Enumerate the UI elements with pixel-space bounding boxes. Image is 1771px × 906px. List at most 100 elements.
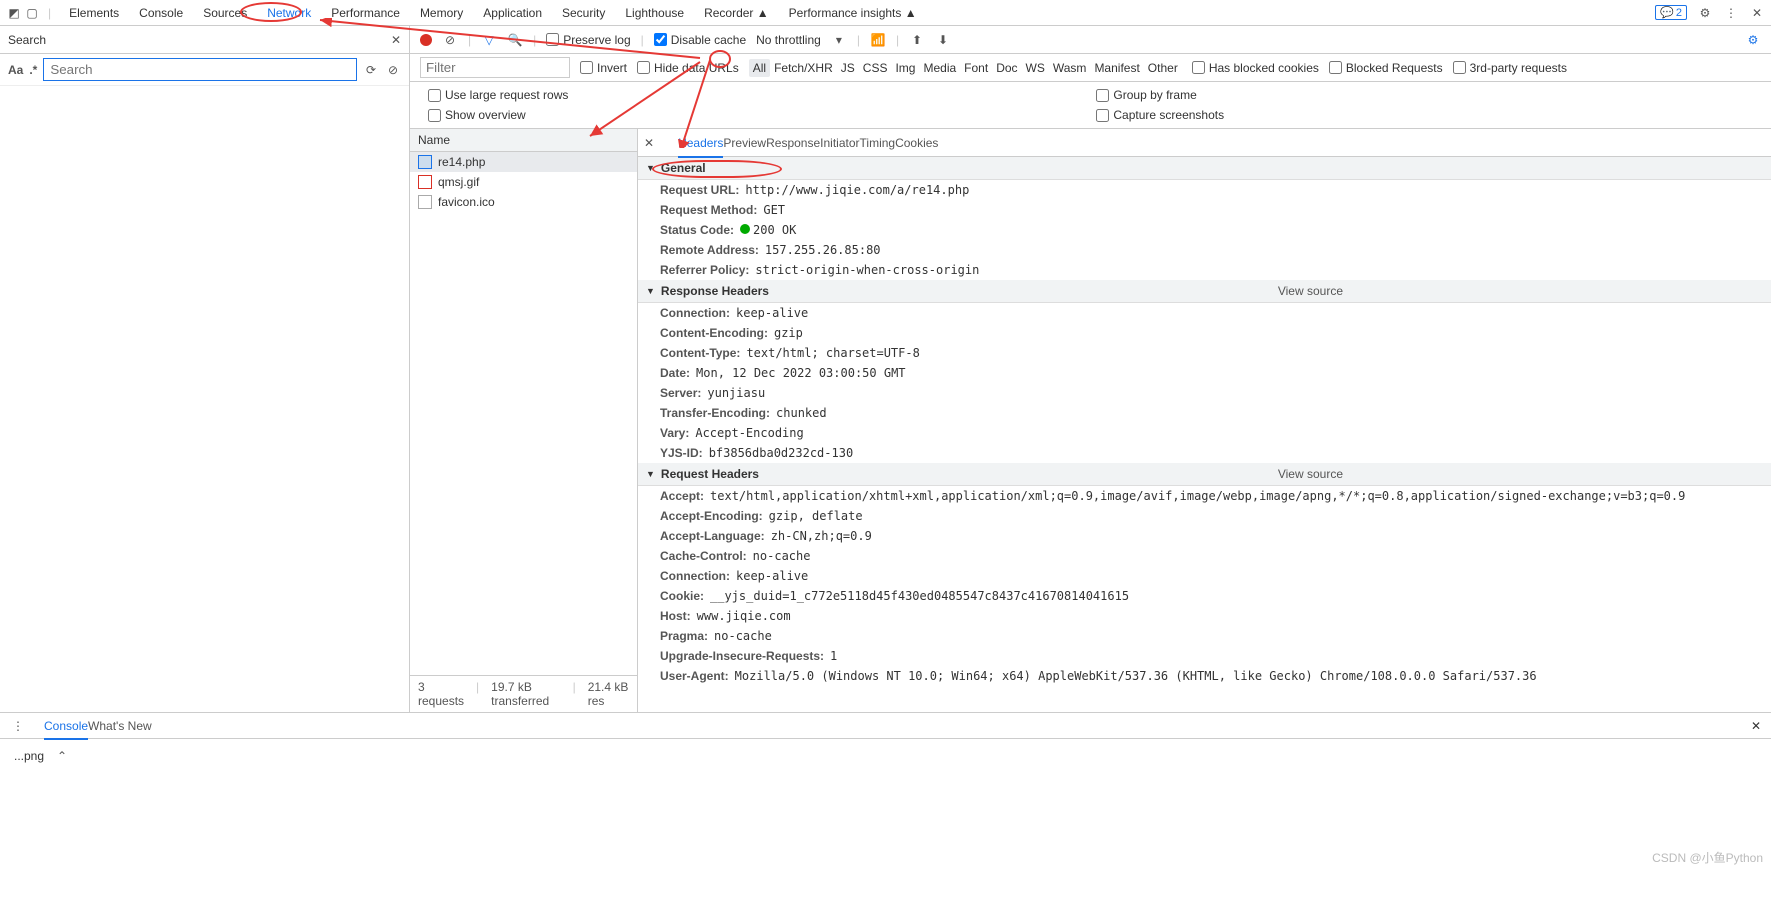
request-list-header[interactable]: Name — [410, 129, 637, 152]
throttling-select[interactable]: No throttling — [756, 33, 821, 47]
search-input[interactable] — [43, 58, 357, 81]
header-row: Upgrade-Insecure-Requests:1 — [638, 646, 1771, 666]
detail-tab-initiator[interactable]: Initiator — [820, 130, 859, 156]
drawer-close-icon[interactable]: ✕ — [1751, 719, 1761, 733]
tab-performance[interactable]: Performance — [321, 2, 410, 24]
search-icon[interactable]: 🔍 — [507, 33, 523, 47]
watermark: CSDN @小鱼Python — [1652, 849, 1763, 866]
detail-tab-timing[interactable]: Timing — [860, 130, 896, 156]
blocked-requests-checkbox[interactable]: Blocked Requests — [1329, 61, 1443, 75]
gear-icon[interactable]: ⚙ — [1697, 5, 1713, 21]
tab-network[interactable]: Network — [257, 2, 321, 24]
detail-tab-response[interactable]: Response — [766, 130, 820, 156]
header-key: Transfer-Encoding: — [660, 406, 770, 420]
header-row: Request URL:http://www.jiqie.com/a/re14.… — [638, 180, 1771, 200]
settings-gear-icon[interactable]: ⚙ — [1745, 33, 1761, 47]
third-party-checkbox[interactable]: 3rd-party requests — [1453, 61, 1567, 75]
capture-screenshots-checkbox[interactable]: Capture screenshots — [1088, 108, 1224, 122]
clear-icon[interactable]: ⊘ — [385, 63, 401, 77]
detail-tab-cookies[interactable]: Cookies — [895, 130, 938, 156]
tab-sources[interactable]: Sources — [193, 2, 257, 24]
refresh-icon[interactable]: ⟳ — [363, 63, 379, 77]
filter-bar: Invert Hide data URLs AllFetch/XHRJSCSSI… — [410, 54, 1771, 82]
issues-badge[interactable]: 💬2 — [1655, 5, 1687, 20]
request-item[interactable]: re14.php — [410, 152, 637, 172]
chevron-up-icon[interactable]: ⌃ — [54, 749, 70, 763]
close-icon[interactable]: ✕ — [1749, 5, 1765, 21]
header-row: YJS-ID:bf3856dba0d232cd-130 — [638, 443, 1771, 463]
section-header[interactable]: ▼General — [638, 157, 1771, 180]
drawer-more-icon[interactable]: ⋮ — [10, 719, 26, 733]
header-value: no-cache — [714, 629, 772, 643]
section-header[interactable]: ▼Response HeadersView source — [638, 280, 1771, 303]
issues-count: 2 — [1676, 7, 1682, 19]
header-value: www.jiqie.com — [697, 609, 791, 623]
wifi-icon[interactable]: 📶 — [870, 33, 886, 47]
status-bar: 3 requests | 19.7 kB transferred | 21.4 … — [410, 675, 637, 712]
request-item[interactable]: qmsj.gif — [410, 172, 637, 192]
filter-type-img[interactable]: Img — [891, 59, 919, 77]
preserve-log-checkbox[interactable]: Preserve log — [546, 33, 630, 47]
tab-lighthouse[interactable]: Lighthouse — [615, 2, 694, 24]
filter-type-js[interactable]: JS — [837, 59, 859, 77]
disable-cache-checkbox[interactable]: Disable cache — [654, 33, 746, 47]
search-close-icon[interactable]: ✕ — [391, 33, 401, 47]
download-file[interactable]: ...png — [14, 749, 44, 763]
header-value: gzip — [774, 326, 803, 340]
header-key: Accept-Encoding: — [660, 509, 763, 523]
header-key: Accept-Language: — [660, 529, 765, 543]
drawer-tab-what-s-new[interactable]: What's New — [88, 714, 152, 738]
download-icon[interactable]: ⬇ — [935, 33, 951, 47]
match-case-icon[interactable]: Aa — [8, 63, 23, 77]
device-toggle-icon[interactable]: ▢ — [24, 5, 40, 21]
tab-security[interactable]: Security — [552, 2, 615, 24]
record-icon[interactable] — [420, 34, 432, 46]
filter-type-doc[interactable]: Doc — [992, 59, 1021, 77]
detail-tab-headers[interactable]: Headers — [678, 130, 723, 158]
filter-type-other[interactable]: Other — [1144, 59, 1182, 77]
detail-close-icon[interactable]: ✕ — [644, 136, 654, 150]
filter-type-font[interactable]: Font — [960, 59, 992, 77]
filter-type-all[interactable]: All — [749, 59, 770, 77]
filter-type-ws[interactable]: WS — [1022, 59, 1049, 77]
filter-type-media[interactable]: Media — [919, 59, 960, 77]
show-overview-checkbox[interactable]: Show overview — [420, 108, 568, 122]
tab-memory[interactable]: Memory — [410, 2, 473, 24]
view-source-link[interactable]: View source — [1278, 284, 1343, 298]
header-key: YJS-ID: — [660, 446, 703, 460]
header-value: Mozilla/5.0 (Windows NT 10.0; Win64; x64… — [735, 669, 1537, 683]
more-icon[interactable]: ⋮ — [1723, 5, 1739, 21]
section-header[interactable]: ▼Request HeadersView source — [638, 463, 1771, 486]
filter-icon[interactable]: ▽ — [481, 33, 497, 47]
filter-input[interactable] — [420, 57, 570, 78]
filter-type-manifest[interactable]: Manifest — [1090, 59, 1143, 77]
tab-elements[interactable]: Elements — [59, 2, 129, 24]
header-key: Cache-Control: — [660, 549, 747, 563]
tab-console[interactable]: Console — [129, 2, 193, 24]
header-row: Connection:keep-alive — [638, 303, 1771, 323]
group-by-frame-checkbox[interactable]: Group by frame — [1088, 88, 1224, 102]
hide-data-urls-checkbox[interactable]: Hide data URLs — [637, 61, 739, 75]
view-source-link[interactable]: View source — [1278, 467, 1343, 481]
chevron-down-icon[interactable]: ▾ — [831, 33, 847, 47]
large-rows-checkbox[interactable]: Use large request rows — [420, 88, 568, 102]
tab-application[interactable]: Application — [473, 2, 552, 24]
regex-icon[interactable]: .* — [29, 63, 37, 77]
tab-recorder-[interactable]: Recorder ▲ — [694, 2, 779, 24]
detail-tab-preview[interactable]: Preview — [723, 130, 766, 156]
header-row: Cache-Control:no-cache — [638, 546, 1771, 566]
header-row: Remote Address:157.255.26.85:80 — [638, 240, 1771, 260]
request-item[interactable]: favicon.ico — [410, 192, 637, 212]
drawer-tab-console[interactable]: Console — [44, 714, 88, 740]
filter-type-wasm[interactable]: Wasm — [1049, 59, 1091, 77]
download-bar: ...png ⌃ — [0, 738, 1771, 772]
clear-icon[interactable]: ⊘ — [442, 33, 458, 47]
network-panel: ⊘ | ▽ 🔍 | Preserve log | Disable cache N… — [410, 26, 1771, 712]
has-blocked-cookies-checkbox[interactable]: Has blocked cookies — [1192, 61, 1319, 75]
inspect-icon[interactable]: ◩ — [6, 5, 22, 21]
upload-icon[interactable]: ⬆ — [909, 33, 925, 47]
filter-type-fetchxhr[interactable]: Fetch/XHR — [770, 59, 837, 77]
invert-checkbox[interactable]: Invert — [580, 61, 627, 75]
filter-type-css[interactable]: CSS — [859, 59, 892, 77]
tab-performance-insights-[interactable]: Performance insights ▲ — [779, 2, 927, 24]
